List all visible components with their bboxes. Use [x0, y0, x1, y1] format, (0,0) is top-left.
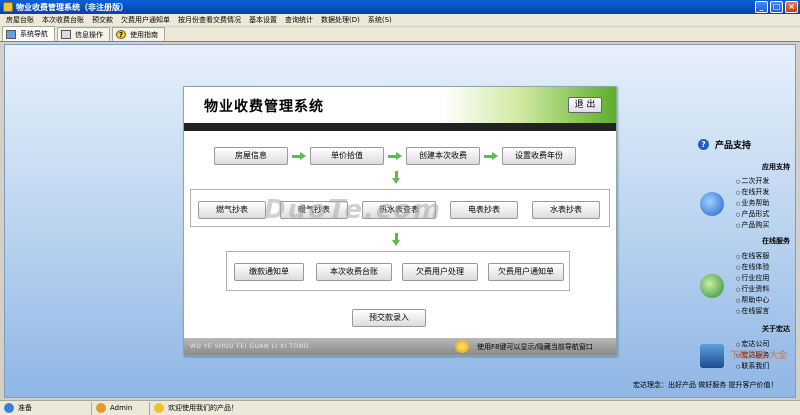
menu-query-stats[interactable]: 查询统计: [281, 15, 317, 25]
link-business-help[interactable]: 业务帮助: [736, 198, 769, 208]
link-product-purchase[interactable]: 产品购买: [736, 220, 769, 230]
user-icon: [96, 403, 106, 413]
gas-meter-button[interactable]: 燃气抄表: [198, 201, 266, 219]
link-online-dev[interactable]: 在线开发: [736, 187, 769, 197]
panel-header: 物业收费管理系统 退 出: [184, 87, 616, 123]
link-product-forms[interactable]: 产品形式: [736, 209, 769, 219]
help-icon: ?: [116, 30, 126, 39]
nav-icon: [6, 29, 16, 39]
arrears-handling-button[interactable]: 欠费用户处理: [402, 263, 478, 281]
section-title-about: 关于宏达: [762, 325, 790, 333]
company-slogan: 宏达理念：出好产品 做好服务 提升客户价值！: [633, 381, 778, 389]
link-secondary-dev[interactable]: 二次开发: [736, 176, 769, 186]
arrow-globe-icon: [700, 192, 724, 216]
tab-system-nav[interactable]: 系统导航: [2, 26, 55, 41]
menu-house-ledger[interactable]: 房屋台账: [2, 15, 38, 25]
brand-watermark: 下载天堂 大全: [730, 351, 788, 361]
tab-label: 使用指南: [130, 30, 158, 39]
sidebar-heading-label: 产品支持: [715, 141, 752, 151]
maximize-button[interactable]: □: [770, 1, 783, 13]
status-bar: 准备 Admin 欢迎使用我们的产品！: [0, 400, 800, 415]
tab-user-guide[interactable]: ? 使用指南: [112, 27, 165, 41]
link-industry-apps[interactable]: 行业应用: [736, 273, 769, 283]
section-title-app-support: 应用支持: [762, 163, 790, 171]
unit-price-button[interactable]: 单价拾值: [310, 147, 384, 165]
link-industry-data[interactable]: 行业资料: [736, 284, 769, 294]
tab-info-ops[interactable]: 信息操作: [57, 27, 110, 41]
menu-prepay[interactable]: 预交款: [88, 15, 117, 25]
app-icon: [3, 2, 13, 12]
menu-arrears-notice[interactable]: 欠费用户通知单: [117, 15, 174, 25]
electric-meter-button[interactable]: 电表抄表: [450, 201, 518, 219]
watermark: DuoTe.com: [264, 195, 443, 225]
menu-system[interactable]: 系统(S): [364, 15, 396, 25]
arrow-right-icon: [388, 152, 402, 160]
globe-icon: [700, 274, 724, 298]
welcome-icon: [154, 403, 164, 413]
arrow-right-icon: [484, 152, 498, 160]
prepay-entry-button[interactable]: 预交款录入: [352, 309, 426, 327]
payment-notice-button[interactable]: 缴款通知单: [234, 263, 304, 281]
footer-tip: 使用F8键可以显示/隐藏当前导航窗口: [477, 343, 593, 351]
minimize-button[interactable]: _: [755, 1, 768, 13]
status-user-label: Admin: [110, 404, 133, 412]
panel-band: [184, 123, 616, 131]
status-welcome-label: 欢迎使用我们的产品！: [168, 404, 238, 412]
tab-label: 系统导航: [20, 30, 48, 38]
status-ready-label: 准备: [18, 404, 32, 412]
link-online-support[interactable]: 在线客服: [736, 251, 769, 261]
person-icon: [455, 340, 469, 353]
link-online-trial[interactable]: 在线体验: [736, 262, 769, 272]
tab-bar: 系统导航 信息操作 ? 使用指南: [0, 26, 800, 42]
window-title: 物业收费管理系统（非注册版）: [16, 2, 128, 12]
arrow-down-icon: [392, 171, 401, 185]
charge-ledger-button[interactable]: 本次收费台账: [316, 263, 392, 281]
computer-icon: [700, 344, 724, 368]
title-bar: 物业收费管理系统（非注册版） _ □ ×: [0, 0, 800, 14]
menu-bar: 房屋台账 本次收费台账 预交款 欠费用户通知单 按月份查看交费情况 基本设置 查…: [0, 14, 800, 27]
status-welcome: 欢迎使用我们的产品！: [150, 402, 242, 415]
link-online-message[interactable]: 在线留言: [736, 306, 769, 316]
water-meter-button[interactable]: 水表抄表: [532, 201, 600, 219]
arrow-down-icon: [392, 233, 401, 247]
ready-icon: [4, 403, 14, 413]
section-title-online-service: 在线服务: [762, 237, 790, 245]
tab-label: 信息操作: [75, 30, 103, 39]
question-icon: ?: [698, 139, 709, 150]
link-contact[interactable]: 联系我们: [736, 361, 769, 371]
menu-basic-settings[interactable]: 基本设置: [245, 15, 281, 25]
arrears-notice-button[interactable]: 欠费用户通知单: [488, 263, 564, 281]
menu-monthly-payments[interactable]: 按月份查看交费情况: [174, 15, 245, 25]
panel-footer: WU YE SHOU FEI GUAN LI XI TONG 使用F8键可以显示…: [184, 338, 616, 355]
arrow-right-icon: [292, 152, 306, 160]
sidebar-heading: ? 产品支持: [698, 138, 751, 151]
house-info-button[interactable]: 房屋信息: [214, 147, 288, 165]
footer-pinyin-title: WU YE SHOU FEI GUAN LI XI TONG: [190, 343, 309, 350]
create-charge-button[interactable]: 创建本次收费: [406, 147, 480, 165]
link-help-center[interactable]: 帮助中心: [736, 295, 769, 305]
status-ready: 准备: [0, 401, 92, 415]
menu-current-charge-ledger[interactable]: 本次收费台账: [38, 15, 88, 25]
status-user: Admin: [92, 401, 150, 415]
exit-button[interactable]: 退 出: [568, 97, 602, 113]
panel-title: 物业收费管理系统: [204, 99, 324, 115]
set-charge-year-button[interactable]: 设置收费年份: [502, 147, 576, 165]
close-button[interactable]: ×: [785, 1, 798, 13]
menu-data-processing[interactable]: 数据处理(D): [317, 15, 364, 25]
info-icon: [61, 30, 71, 39]
